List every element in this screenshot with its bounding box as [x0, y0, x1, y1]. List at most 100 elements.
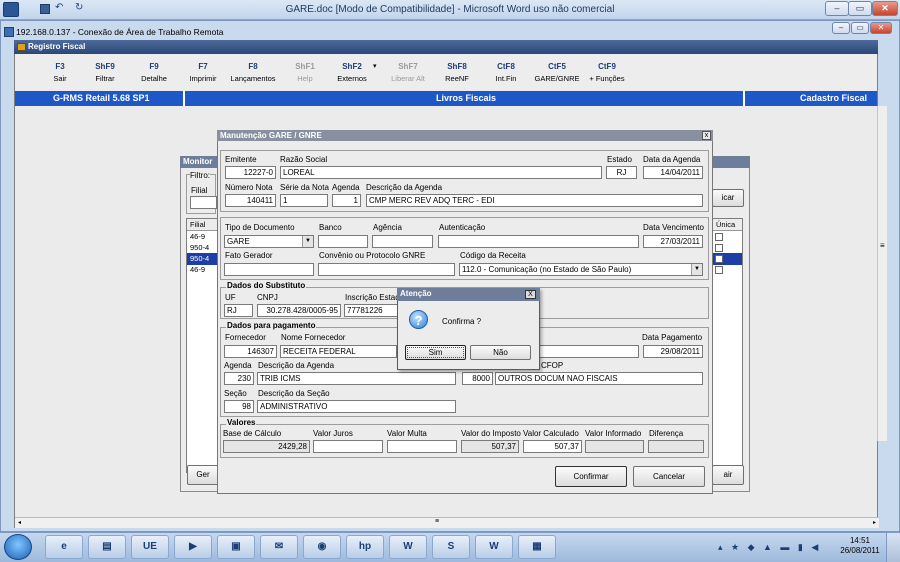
agencia-field[interactable] — [372, 235, 433, 248]
toolbar-button-gare-gnre[interactable]: CtF5 GARE/GNRE — [532, 62, 582, 83]
fato-gerador-field[interactable] — [224, 263, 314, 276]
rdp-close-button[interactable]: ✕ — [870, 22, 892, 34]
monitor-right-button[interactable]: icar — [712, 189, 744, 207]
razao-social-field[interactable]: LOREAL — [280, 166, 602, 179]
unica-grid[interactable]: Única — [712, 218, 743, 473]
valor-imposto-field[interactable]: 507,37 — [461, 440, 519, 453]
show-desktop-button[interactable] — [886, 533, 900, 562]
toolbar-button--fun-es[interactable]: CtF9 + Funções — [582, 62, 632, 83]
uf-field[interactable]: RJ — [224, 304, 253, 317]
tipo-documento-select[interactable]: GARE ▼ — [224, 235, 314, 248]
cfop-desc-field[interactable]: OUTROS DOCUM NAO FISCAIS — [495, 372, 703, 385]
toolbar-button-detalhe[interactable]: F9 Detalhe — [129, 62, 179, 83]
secao-field[interactable]: 98 — [224, 400, 254, 413]
start-button[interactable] — [4, 534, 32, 560]
toolbar-label: Liberar Alt — [391, 74, 425, 83]
mail-icon[interactable]: ✉ — [260, 535, 298, 559]
minimize-button[interactable]: ‒ — [825, 1, 849, 16]
dropdown-arrow-icon[interactable]: ▾ — [373, 62, 377, 70]
toolbar-button-lan-amentos[interactable]: F8 Lançamentos — [228, 62, 278, 83]
monitor-left-button[interactable]: Ger — [187, 465, 219, 485]
data-pagamento-field[interactable]: 29/08/2011 — [643, 345, 703, 358]
toolbar-button-help[interactable]: ShF1 Help — [280, 62, 330, 83]
yes-button[interactable]: Sim — [405, 345, 466, 360]
unica-checkbox[interactable] — [715, 266, 723, 274]
rdp-maximize-button[interactable]: ▭ — [851, 22, 869, 34]
confirm-button[interactable]: Confirmar — [555, 466, 627, 487]
ultraedit-icon[interactable]: UE — [131, 535, 169, 559]
browser-icon[interactable]: ◉ — [303, 535, 341, 559]
rdp-title: 192.168.0.137 - Conexão de Área de Traba… — [16, 27, 224, 37]
banco-field[interactable] — [318, 235, 368, 248]
close-button[interactable]: ✕ — [872, 1, 898, 16]
toolbar-button-reenf[interactable]: ShF8 ReeNF — [432, 62, 482, 83]
file-explorer-icon[interactable]: ▤ — [88, 535, 126, 559]
chevron-down-icon[interactable]: ▼ — [691, 264, 702, 275]
monitor-exit-button[interactable]: air — [712, 465, 744, 485]
numero-nota-field[interactable]: 140411 — [225, 194, 276, 207]
autenticacao-field[interactable] — [438, 235, 639, 248]
rdp-minimize-button[interactable]: ‒ — [832, 22, 850, 34]
gare-dialog-close-button[interactable]: x — [702, 131, 711, 140]
table-row[interactable]: 46-9 — [187, 264, 217, 276]
chevron-down-icon[interactable]: ▼ — [302, 236, 313, 247]
table-row[interactable] — [713, 264, 742, 276]
horizontal-scrollbar[interactable]: ◂ ≡ ▸ — [15, 517, 879, 528]
valor-calculado-field[interactable]: 507,37 — [523, 440, 582, 453]
remote-desktop-task-icon[interactable]: ▣ — [217, 535, 255, 559]
filial-grid[interactable]: Filial 46-9 950-4 950-4 46-9 — [186, 218, 218, 473]
valor-juros-field[interactable] — [313, 440, 383, 453]
inscricao-estadual-field[interactable]: 77781226 — [344, 304, 398, 317]
desc-secao-field[interactable]: ADMINISTRATIVO — [257, 400, 456, 413]
unica-checkbox[interactable] — [715, 233, 723, 241]
unica-checkbox[interactable] — [715, 255, 723, 263]
skype-icon[interactable]: S — [432, 535, 470, 559]
data-vencimento-field[interactable]: 27/03/2011 — [643, 235, 703, 248]
estado-field[interactable]: RJ — [606, 166, 637, 179]
pag-agenda-field[interactable]: 230 — [224, 372, 254, 385]
codigo-receita-select[interactable]: 112.0 - Comunicação (no Estado de São Pa… — [459, 263, 703, 276]
word-icon[interactable]: W — [475, 535, 513, 559]
toolbar-button-sair[interactable]: F3 Sair — [35, 62, 85, 83]
media-player-icon[interactable]: ▶ — [174, 535, 212, 559]
filial-filter-input[interactable] — [190, 196, 217, 209]
diferenca-field[interactable] — [648, 440, 704, 453]
data-agenda-field[interactable]: 14/04/2011 — [643, 166, 703, 179]
pag-desc-agenda-field[interactable]: TRIB ICMS — [257, 372, 456, 385]
vertical-scrollbar[interactable]: ≡ — [877, 106, 887, 441]
word-editor-icon[interactable]: W — [389, 535, 427, 559]
convenio-field[interactable] — [318, 263, 455, 276]
pagamento-extra-field[interactable] — [539, 345, 639, 358]
toolbar-button-int-fin[interactable]: CtF8 Int.Fin — [481, 62, 531, 83]
calculator-icon[interactable]: ▦ — [518, 535, 556, 559]
descricao-agenda-field[interactable]: CMP MERC REV ADQ TERC - EDI — [366, 194, 703, 207]
convenio-label: Convênio ou Protocolo GNRE — [319, 251, 426, 260]
internet-explorer-icon[interactable]: e — [45, 535, 83, 559]
cnpj-field[interactable]: 30.278.428/0005-95 — [257, 304, 341, 317]
serie-nota-field[interactable]: 1 — [280, 194, 328, 207]
maximize-button[interactable]: ▭ — [848, 1, 872, 16]
valor-informado-field[interactable] — [585, 440, 644, 453]
system-tray-icons[interactable]: ▴ ★ ◆ ▲ ▬ ▮ ◀ — [718, 542, 821, 553]
cancel-button[interactable]: Cancelar — [633, 466, 705, 487]
no-button[interactable]: Não — [470, 345, 531, 360]
clock[interactable]: 14:51 26/08/2011 — [838, 536, 882, 556]
agenda-field[interactable]: 1 — [332, 194, 361, 207]
cfop-code-field[interactable]: 8000 — [462, 372, 493, 385]
nome-fornecedor-field[interactable]: RECEITA FEDERAL — [280, 345, 397, 358]
toolbar-button-liberar-alt[interactable]: ShF7 Liberar Alt — [383, 62, 433, 83]
fornecedor-field[interactable]: 146307 — [224, 345, 277, 358]
alert-close-button[interactable]: X — [525, 290, 536, 299]
toolbar-button-externos[interactable]: ShF2 Externos ▾ — [327, 62, 377, 83]
base-calculo-label: Base de Cálculo — [223, 429, 282, 438]
base-calculo-field[interactable]: 2429,28 — [223, 440, 310, 453]
emitente-field[interactable]: 12227-0 — [225, 166, 276, 179]
toolbar-button-filtrar[interactable]: ShF9 Filtrar — [80, 62, 130, 83]
unica-checkbox[interactable] — [715, 244, 723, 252]
data-agenda-label: Data da Agenda — [643, 155, 701, 164]
valores-group-label: Valores — [226, 418, 257, 427]
toolbar-key: F9 — [149, 62, 159, 71]
hp-icon[interactable]: hp — [346, 535, 384, 559]
toolbar-button-imprimir[interactable]: F7 Imprimir — [178, 62, 228, 83]
valor-multa-field[interactable] — [387, 440, 457, 453]
